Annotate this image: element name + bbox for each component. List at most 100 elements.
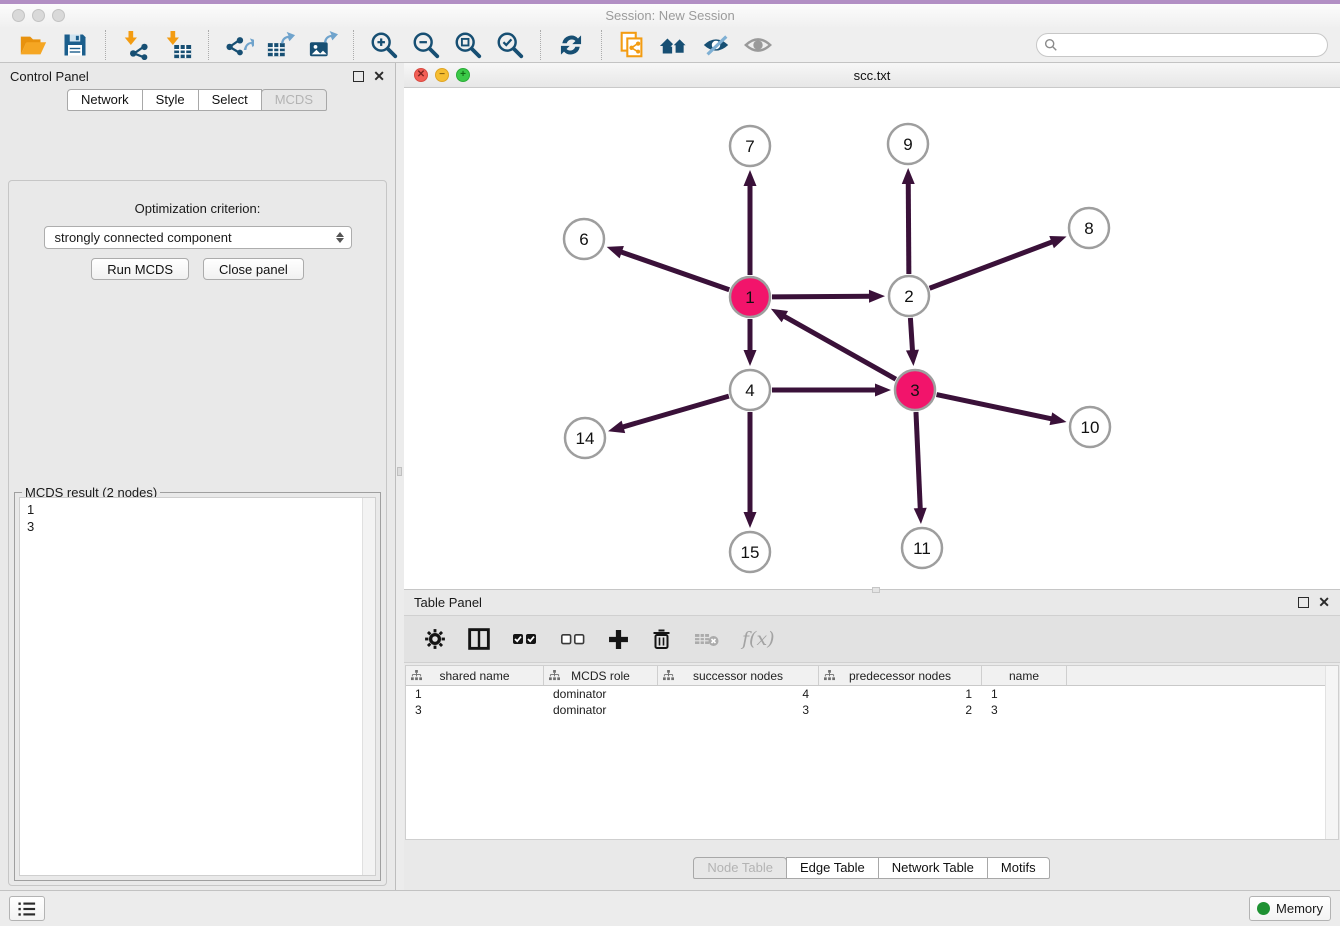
graph-edge-2-9[interactable] xyxy=(908,181,909,274)
graph-edge-arrowhead xyxy=(914,508,927,524)
global-search-field[interactable] xyxy=(1036,33,1328,57)
function-builder-icon[interactable]: f(x) xyxy=(742,628,775,650)
show-eye-button[interactable] xyxy=(741,29,775,61)
zoom-fit-button[interactable] xyxy=(451,29,485,61)
export-table-button[interactable] xyxy=(264,29,298,61)
close-network-icon[interactable]: ✕ xyxy=(414,68,428,82)
delete-column-trash-icon[interactable] xyxy=(651,628,672,650)
network-canvas[interactable]: 7968124314101511 xyxy=(404,88,1339,590)
table-scrollbar[interactable] xyxy=(1325,666,1338,839)
apply-layout-button[interactable] xyxy=(554,29,588,61)
tab-network[interactable]: Network xyxy=(67,89,143,111)
add-column-plus-icon[interactable] xyxy=(608,629,629,650)
mcds-panel: Optimization criterion: strongly connect… xyxy=(8,180,387,886)
search-input[interactable] xyxy=(1062,38,1327,52)
column-type-icon xyxy=(549,670,560,681)
export-image-button[interactable] xyxy=(306,29,340,61)
column-header-predecessor-nodes[interactable]: predecessor nodes xyxy=(819,666,982,685)
network-window-titlebar[interactable]: ✕ − + scc.txt xyxy=(404,63,1340,88)
graph-edge-3-10[interactable] xyxy=(937,395,1054,420)
zoom-selected-button[interactable] xyxy=(493,29,527,61)
result-scrollbar[interactable] xyxy=(362,498,375,875)
export-network-button[interactable] xyxy=(222,29,256,61)
minimize-network-icon[interactable]: − xyxy=(435,68,449,82)
close-panel-button[interactable]: Close panel xyxy=(203,258,304,280)
zoom-out-button[interactable] xyxy=(409,29,443,61)
refresh-icon xyxy=(557,31,585,59)
float-table-panel-icon[interactable] xyxy=(1298,597,1309,608)
zoom-selected-icon xyxy=(495,30,525,60)
optimization-criterion-select[interactable]: strongly connected component xyxy=(44,226,352,249)
toolbar-separator xyxy=(105,30,106,60)
column-settings-gear-icon[interactable] xyxy=(424,628,446,650)
delete-table-icon[interactable] xyxy=(694,630,720,648)
cell-successor-nodes[interactable]: 4 xyxy=(658,686,819,702)
memory-button[interactable]: Memory xyxy=(1249,896,1331,921)
tab-network-table[interactable]: Network Table xyxy=(878,857,988,879)
graph-edge-1-6[interactable] xyxy=(619,251,729,290)
tab-edge-table[interactable]: Edge Table xyxy=(786,857,879,879)
search-icon xyxy=(1044,38,1058,52)
cell-mcds-role[interactable]: dominator xyxy=(544,702,658,718)
cell-shared-name[interactable]: 3 xyxy=(406,702,544,718)
home-icon xyxy=(658,30,690,60)
run-mcds-button[interactable]: Run MCDS xyxy=(91,258,189,280)
table-row[interactable]: 1 dominator 4 1 1 xyxy=(406,686,1338,702)
select-all-checkboxes-icon[interactable] xyxy=(512,631,538,647)
import-table-button[interactable] xyxy=(161,29,195,61)
graph-edge-3-1[interactable] xyxy=(782,315,896,379)
tab-node-table[interactable]: Node Table xyxy=(693,857,787,879)
graph-node-label: 10 xyxy=(1081,418,1100,437)
cell-name[interactable]: 1 xyxy=(982,686,1067,702)
cell-predecessor-nodes[interactable]: 1 xyxy=(819,686,982,702)
zoom-out-icon xyxy=(411,30,441,60)
column-header-mcds-role[interactable]: MCDS role xyxy=(544,666,658,685)
column-header-name[interactable]: name xyxy=(982,666,1067,685)
tab-motifs[interactable]: Motifs xyxy=(987,857,1050,879)
deselect-all-checkboxes-icon[interactable] xyxy=(560,631,586,647)
graph-edge-2-3[interactable] xyxy=(910,318,912,353)
graph-node-label: 2 xyxy=(904,287,913,306)
cell-shared-name[interactable]: 1 xyxy=(406,686,544,702)
eye-icon xyxy=(743,30,773,60)
table-row[interactable]: 3 dominator 3 2 3 xyxy=(406,702,1338,718)
vertical-splitter[interactable] xyxy=(396,63,404,890)
hide-annotations-button[interactable] xyxy=(699,29,733,61)
column-header-shared-name[interactable]: shared name xyxy=(406,666,544,685)
graph-edge-3-11[interactable] xyxy=(916,412,920,511)
tab-mcds[interactable]: MCDS xyxy=(261,89,327,111)
graph-edge-2-8[interactable] xyxy=(930,241,1055,288)
zoom-in-icon xyxy=(369,30,399,60)
import-network-button[interactable] xyxy=(119,29,153,61)
float-panel-icon[interactable] xyxy=(353,71,364,82)
splitter-grip[interactable] xyxy=(397,467,402,476)
maximize-network-icon[interactable]: + xyxy=(456,68,470,82)
graph-edge-1-2[interactable] xyxy=(772,296,872,297)
cell-name[interactable]: 3 xyxy=(982,702,1067,718)
mcds-result-list[interactable]: 1 3 xyxy=(19,497,376,876)
reset-home-button[interactable] xyxy=(657,29,691,61)
task-history-button[interactable] xyxy=(9,896,45,921)
clone-network-button[interactable] xyxy=(615,29,649,61)
save-session-button[interactable] xyxy=(58,29,92,61)
split-pane-icon[interactable] xyxy=(468,628,490,650)
column-label: successor nodes xyxy=(693,669,783,683)
cell-successor-nodes[interactable]: 3 xyxy=(658,702,819,718)
cell-predecessor-nodes[interactable]: 2 xyxy=(819,702,982,718)
graph-edge-4-14[interactable] xyxy=(621,396,729,428)
import-table-icon xyxy=(163,30,193,60)
export-network-icon xyxy=(224,30,254,60)
graph-edge-arrowhead xyxy=(902,168,915,184)
zoom-in-button[interactable] xyxy=(367,29,401,61)
close-panel-icon[interactable]: ✕ xyxy=(373,71,385,82)
export-table-icon xyxy=(266,30,296,60)
cell-mcds-role[interactable]: dominator xyxy=(544,686,658,702)
optimization-criterion-label: Optimization criterion: xyxy=(9,201,386,216)
column-type-icon xyxy=(663,670,674,681)
horizontal-splitter-grip[interactable] xyxy=(872,587,880,593)
close-table-panel-icon[interactable]: ✕ xyxy=(1318,597,1330,608)
open-session-button[interactable] xyxy=(16,29,50,61)
tab-select[interactable]: Select xyxy=(198,89,262,111)
column-header-successor-nodes[interactable]: successor nodes xyxy=(658,666,819,685)
tab-style[interactable]: Style xyxy=(142,89,199,111)
